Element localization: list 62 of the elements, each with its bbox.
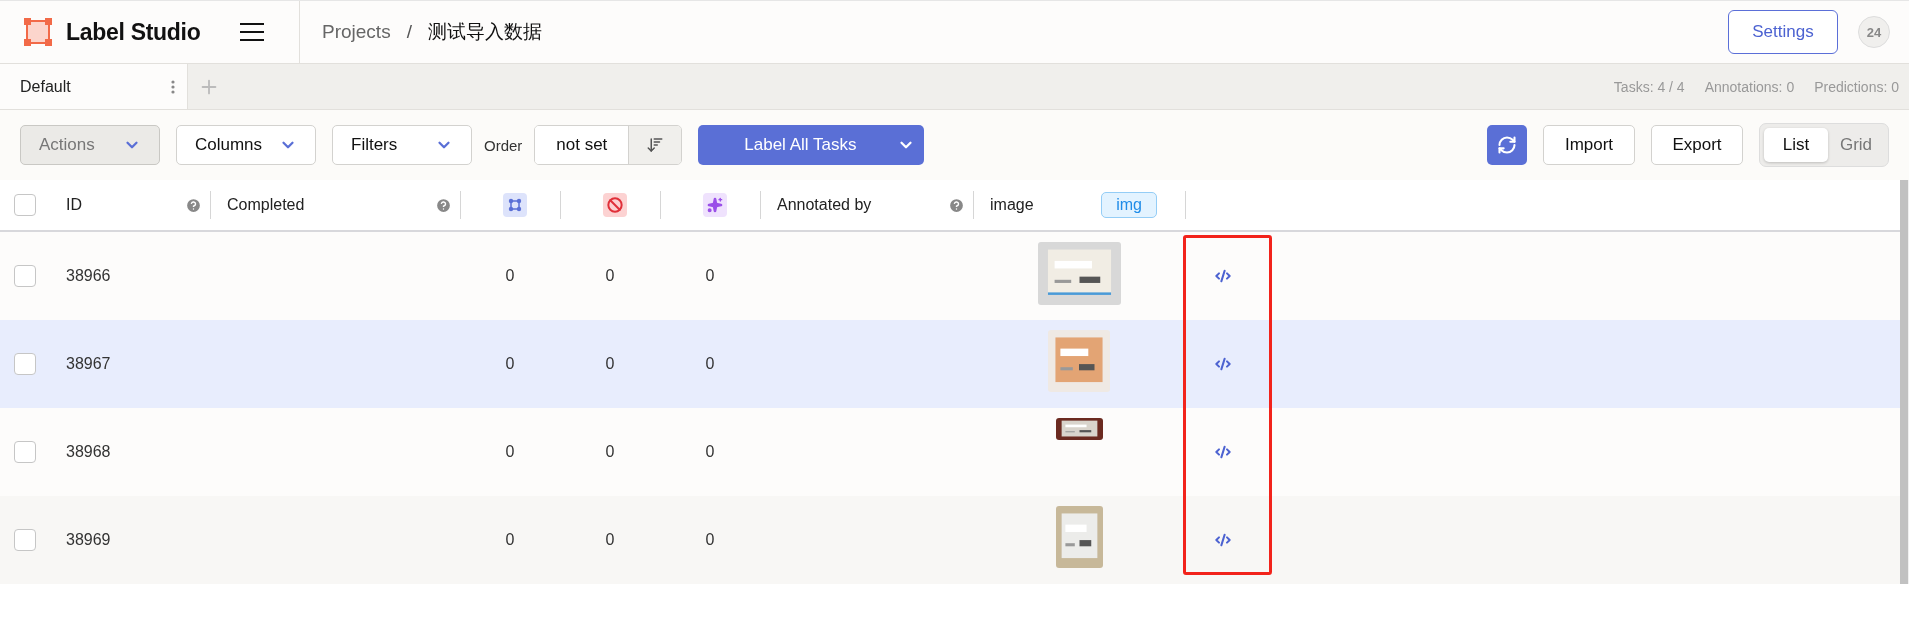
table-cell-text: 38967 bbox=[65, 355, 111, 373]
table-cell-text: 38966 bbox=[65, 267, 111, 285]
column-header[interactable]: ID bbox=[66, 196, 82, 214]
more-icon[interactable] bbox=[171, 79, 175, 94]
table-row[interactable]: 38968 0 0 0 bbox=[0, 408, 1900, 496]
order-label: Order bbox=[484, 136, 523, 154]
checkbox[interactable] bbox=[14, 194, 36, 216]
view-mode-tab[interactable]: Grid bbox=[1828, 128, 1884, 162]
table-cell: 0 bbox=[505, 443, 515, 461]
help-icon[interactable] bbox=[948, 196, 965, 214]
checkbox[interactable] bbox=[14, 529, 36, 551]
view-mode-tab[interactable]: List bbox=[1764, 128, 1828, 162]
stat-text: Annotations: 0 bbox=[1704, 78, 1795, 95]
table-cell-text: 38969 bbox=[65, 531, 111, 549]
table-cell: 0 bbox=[705, 355, 715, 373]
checkbox[interactable] bbox=[14, 441, 36, 463]
stat-text: Tasks: 4 / 4 bbox=[1613, 78, 1685, 95]
table-row[interactable]: 38969 0 0 0 bbox=[0, 496, 1900, 584]
app-name: Label Studio bbox=[66, 18, 201, 46]
filters-dropdown[interactable]: Filters bbox=[332, 125, 472, 165]
column-header[interactable]: Completed bbox=[227, 196, 305, 214]
table-cell: 0 bbox=[505, 267, 515, 285]
table-cell: 0 bbox=[605, 355, 615, 373]
stat-text: Predictions: 0 bbox=[1814, 78, 1899, 95]
table-cell: 0 bbox=[705, 443, 715, 461]
view-tab[interactable]: Default bbox=[0, 64, 188, 109]
export-button[interactable]: Export bbox=[1651, 125, 1743, 165]
settings-button[interactable]: Settings bbox=[1728, 10, 1838, 54]
help-icon[interactable] bbox=[435, 196, 452, 214]
logo-icon bbox=[24, 18, 52, 46]
breadcrumb-link[interactable]: Projects bbox=[322, 21, 391, 43]
table-cell: 0 bbox=[605, 531, 615, 549]
column-header[interactable]: Annotated by bbox=[777, 196, 872, 214]
nodes-icon bbox=[502, 193, 527, 217]
table-cell-text: 38968 bbox=[65, 443, 111, 461]
import-button[interactable]: Import bbox=[1543, 125, 1635, 165]
refresh-icon bbox=[1497, 135, 1517, 155]
code-icon[interactable] bbox=[1214, 268, 1231, 284]
checkbox[interactable] bbox=[14, 265, 36, 287]
table-cell: 0 bbox=[705, 267, 715, 285]
code-icon[interactable] bbox=[1214, 356, 1231, 372]
table-cell: 0 bbox=[705, 531, 715, 549]
help-icon[interactable] bbox=[185, 196, 202, 214]
sparkles-icon bbox=[702, 193, 727, 217]
breadcrumb-current: 测试导入数据 bbox=[427, 20, 542, 44]
ban-icon bbox=[602, 193, 627, 217]
table-cell: 0 bbox=[605, 443, 615, 461]
column-header[interactable]: image bbox=[990, 196, 1034, 214]
code-icon[interactable] bbox=[1214, 532, 1231, 548]
scrollbar[interactable] bbox=[1900, 180, 1909, 584]
columns-dropdown[interactable]: Columns bbox=[176, 125, 316, 165]
table-cell: 0 bbox=[505, 355, 515, 373]
type-tag: img bbox=[1101, 192, 1157, 218]
menu-icon[interactable] bbox=[240, 23, 265, 41]
breadcrumb-separator: / bbox=[406, 21, 412, 43]
table-row[interactable]: 38966 0 0 0 bbox=[0, 232, 1900, 320]
table-cell: 0 bbox=[605, 267, 615, 285]
table-row[interactable]: 38967 0 0 0 bbox=[0, 320, 1900, 408]
code-icon[interactable] bbox=[1214, 444, 1231, 460]
refresh-button[interactable] bbox=[1487, 125, 1527, 165]
table-cell: 0 bbox=[505, 531, 515, 549]
checkbox[interactable] bbox=[14, 353, 36, 375]
